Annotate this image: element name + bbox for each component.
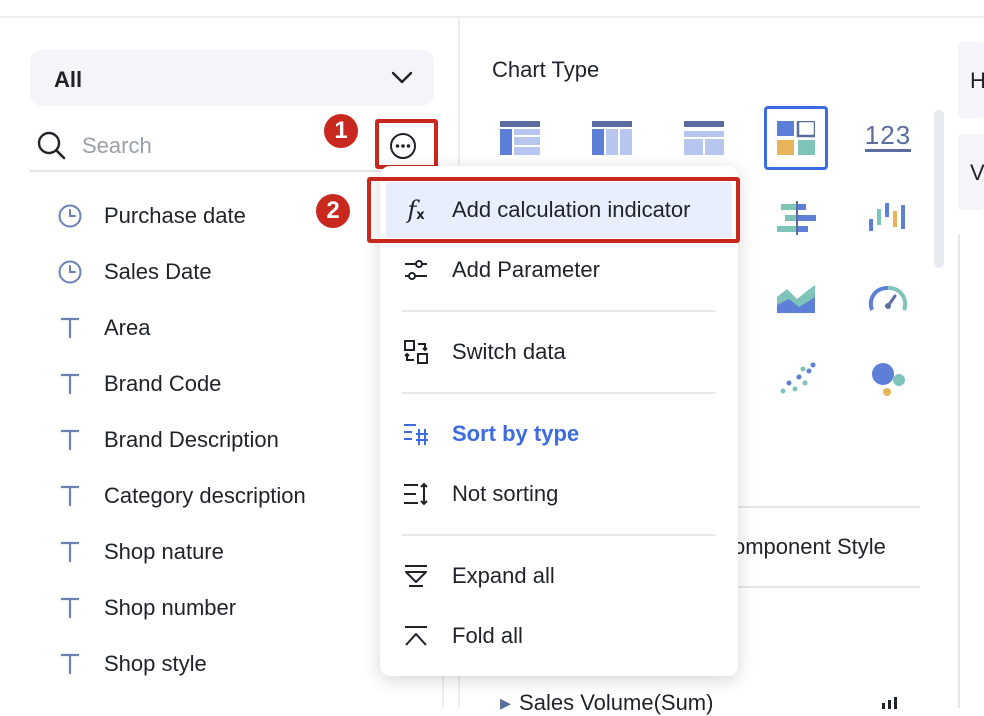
- card-chart-icon-selected[interactable]: [764, 106, 828, 170]
- expand-all-icon: [402, 562, 430, 590]
- text-type-icon: [56, 426, 84, 454]
- detail-table-chart-icon[interactable]: [676, 110, 732, 166]
- number-chart-icon[interactable]: 123: [860, 108, 916, 164]
- clock-icon: [56, 202, 84, 230]
- bubble-chart-icon[interactable]: [860, 350, 916, 406]
- far-right-border: [958, 234, 960, 708]
- not-sorting-icon: [402, 480, 430, 508]
- waterfall-chart-icon[interactable]: [860, 190, 916, 246]
- sort-by-type-icon: [402, 420, 430, 448]
- text-type-icon: [56, 538, 84, 566]
- menu-item-add-parameter[interactable]: Add Parameter: [380, 240, 738, 300]
- sliders-icon: [402, 256, 430, 284]
- menu-item-sort-by-type[interactable]: Sort by type: [380, 404, 738, 464]
- step-2-badge: 2: [316, 194, 350, 228]
- gauge-chart-icon[interactable]: [860, 270, 916, 326]
- menu-separator: [402, 392, 716, 394]
- table-chart-icon[interactable]: [492, 110, 548, 166]
- far-right-text: V: [970, 160, 984, 185]
- menu-separator: [402, 310, 716, 312]
- annotation-frame-more-button: [375, 119, 438, 169]
- text-type-icon: [56, 650, 84, 678]
- list-item[interactable]: Brand Description: [56, 412, 416, 468]
- list-item[interactable]: Shop style: [56, 636, 416, 692]
- area-chart-icon[interactable]: [768, 270, 824, 326]
- chart-mini-icon[interactable]: [880, 696, 900, 709]
- field-list: Purchase date Sales Date Area Brand Code…: [56, 188, 416, 692]
- list-item[interactable]: Shop nature: [56, 524, 416, 580]
- scatter-chart-icon[interactable]: [768, 350, 824, 406]
- text-type-icon: [56, 314, 84, 342]
- cross-table-chart-icon[interactable]: [584, 110, 640, 166]
- far-right-panel-tab[interactable]: V: [958, 134, 984, 210]
- dataset-dropdown[interactable]: All: [30, 50, 434, 106]
- list-item[interactable]: Area: [56, 300, 416, 356]
- chevron-down-icon: [391, 71, 413, 84]
- sales-volume-field-partial[interactable]: ▸ Sales Volume(Sum): [500, 690, 713, 716]
- field-label: Shop nature: [104, 539, 224, 564]
- list-item[interactable]: Sales Date: [56, 244, 416, 300]
- menu-item-switch-data[interactable]: Switch data: [380, 322, 738, 382]
- step-1-badge: 1: [324, 114, 358, 148]
- menu-item-not-sorting[interactable]: Not sorting: [380, 464, 738, 524]
- field-label: Area: [104, 315, 151, 340]
- list-item[interactable]: Shop number: [56, 580, 416, 636]
- dataset-dropdown-value: All: [54, 67, 83, 92]
- menu-separator: [402, 534, 716, 536]
- list-item[interactable]: Brand Code: [56, 356, 416, 412]
- list-item[interactable]: Purchase date: [56, 188, 416, 244]
- field-label: Brand Code: [104, 371, 222, 396]
- field-label: Sales Date: [104, 259, 212, 284]
- far-right-text: H: [970, 68, 984, 93]
- text-type-icon: [56, 370, 84, 398]
- chart-type-title: Chart Type: [492, 57, 600, 82]
- annotation-frame-add-calculation: [367, 177, 740, 243]
- field-label: Shop number: [104, 595, 237, 620]
- chart-type-scrollbar[interactable]: [934, 110, 944, 268]
- fold-all-icon: [402, 622, 430, 650]
- text-type-icon: [56, 482, 84, 510]
- funnel-bar-chart-icon[interactable]: [768, 190, 824, 246]
- field-label: Brand Description: [104, 427, 279, 452]
- switch-data-icon: [402, 338, 430, 366]
- field-label: Shop style: [104, 651, 207, 676]
- field-label: Category description: [104, 483, 306, 508]
- number-chart-label: 123: [864, 119, 912, 152]
- menu-item-fold-all[interactable]: Fold all: [380, 606, 738, 666]
- list-item[interactable]: Category description: [56, 468, 416, 524]
- text-type-icon: [56, 594, 84, 622]
- menu-item-expand-all[interactable]: Expand all: [380, 546, 738, 606]
- clock-icon: [56, 258, 84, 286]
- component-style-label[interactable]: omponent Style: [733, 534, 886, 560]
- far-right-panel-tab[interactable]: H: [958, 42, 984, 118]
- search-icon: [37, 131, 66, 160]
- field-label: Purchase date: [104, 203, 246, 228]
- search-input[interactable]: [80, 128, 344, 164]
- caret-right-icon: ▸: [500, 690, 512, 715]
